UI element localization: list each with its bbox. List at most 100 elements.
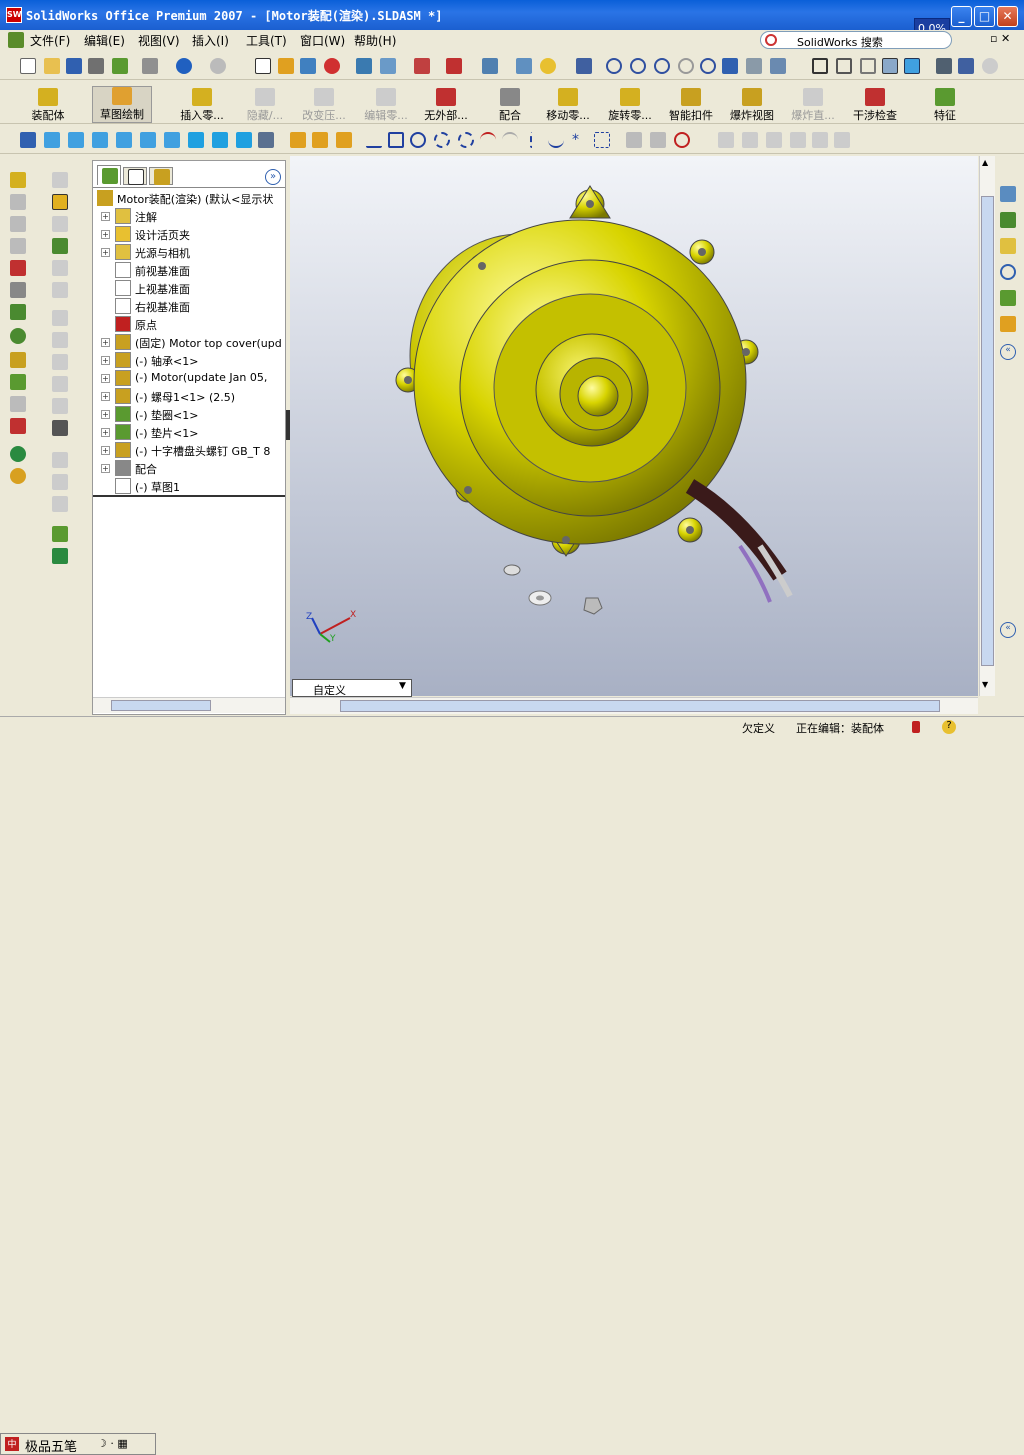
graphics-viewport[interactable]: X Z Y xyxy=(290,156,978,696)
repair-sketch-icon[interactable] xyxy=(718,132,734,148)
tree-item[interactable]: + 设计活页夹 xyxy=(93,225,285,243)
select-icon[interactable] xyxy=(255,58,271,74)
centerline-icon[interactable] xyxy=(530,132,546,148)
interference-check-button[interactable]: 干涉检查 xyxy=(848,88,902,123)
menu-window[interactable]: 窗口(W) xyxy=(300,32,345,49)
view-bottom-icon[interactable] xyxy=(164,132,180,148)
select-filter-icon[interactable] xyxy=(300,58,316,74)
tree-hscrollbar[interactable] xyxy=(93,697,285,713)
maximize-button[interactable]: □ xyxy=(974,6,995,27)
mirror-feature-icon[interactable] xyxy=(52,496,68,512)
copy-entities-icon[interactable] xyxy=(834,132,850,148)
collapse-pane-icon[interactable]: « xyxy=(1000,344,1016,360)
view-top-icon[interactable] xyxy=(140,132,156,148)
3d-sketch-icon[interactable] xyxy=(312,132,328,148)
standard-views-icon[interactable] xyxy=(770,58,786,74)
expand-panel-button[interactable]: » xyxy=(265,169,281,185)
circle-icon[interactable] xyxy=(410,132,426,148)
copy-with-mates-icon[interactable] xyxy=(10,238,26,254)
move-component-button[interactable]: 移动零... xyxy=(540,88,596,123)
appearances-icon[interactable] xyxy=(1000,316,1016,332)
explode-icon[interactable] xyxy=(10,374,26,390)
view-palette-icon[interactable] xyxy=(1000,290,1016,306)
construction-geometry-icon[interactable] xyxy=(594,132,610,148)
view-iso-icon[interactable] xyxy=(188,132,204,148)
help-icon[interactable] xyxy=(540,58,556,74)
mate-button[interactable]: 配合 xyxy=(492,88,528,123)
expand-toggle-icon[interactable]: + xyxy=(101,248,110,257)
zoom-in-icon[interactable] xyxy=(654,58,670,74)
view-front-icon[interactable] xyxy=(44,132,60,148)
expand-toggle-icon[interactable]: + xyxy=(101,410,110,419)
expand-pane-icon[interactable]: « xyxy=(1000,622,1016,638)
undo-icon[interactable] xyxy=(176,58,192,74)
view-back-icon[interactable] xyxy=(68,132,84,148)
ime-options-icon[interactable]: ☽ · ▦ xyxy=(97,1437,128,1450)
circular-pattern-icon[interactable] xyxy=(52,474,68,490)
paperclip-icon[interactable] xyxy=(10,282,26,298)
tree-item[interactable]: + 光源与相机 xyxy=(93,243,285,261)
features-tab-button[interactable]: 特征 xyxy=(930,88,960,123)
tab-property-manager[interactable] xyxy=(123,167,147,185)
menu-file[interactable]: 文件(F) xyxy=(30,32,70,49)
save-icon[interactable] xyxy=(66,58,82,74)
sweep-icon[interactable] xyxy=(52,238,68,254)
splitter-handle[interactable] xyxy=(286,410,290,440)
expand-toggle-icon[interactable]: + xyxy=(101,446,110,455)
hide-show-button[interactable]: 隐藏/... xyxy=(238,88,292,123)
sketch-tab-button[interactable]: 草图绘制 xyxy=(92,86,152,123)
shell-icon[interactable] xyxy=(52,376,68,392)
previous-view-icon[interactable] xyxy=(746,58,762,74)
viewport-vscrollbar[interactable]: ▲ ▼ xyxy=(979,156,995,696)
fillet-feature-icon[interactable] xyxy=(52,332,68,348)
display-icon[interactable] xyxy=(380,58,396,74)
file-explorer-icon[interactable] xyxy=(1000,238,1016,254)
tree-item[interactable]: 前视基准面 xyxy=(93,261,285,279)
tab-feature-manager[interactable] xyxy=(97,165,121,185)
tree-item[interactable]: + (-) 垫片<1> xyxy=(93,423,285,441)
realview-icon[interactable] xyxy=(982,58,998,74)
rectangle-icon[interactable] xyxy=(388,132,404,148)
loft-icon[interactable] xyxy=(52,260,68,276)
extend-icon[interactable] xyxy=(790,132,806,148)
wireframe-icon[interactable] xyxy=(812,58,828,74)
edit-component-button[interactable]: 编辑零... xyxy=(358,88,414,123)
expand-toggle-icon[interactable]: + xyxy=(101,392,110,401)
offset-icon[interactable] xyxy=(742,132,758,148)
arc-icon[interactable] xyxy=(434,132,450,148)
fillet-icon[interactable] xyxy=(502,132,518,148)
no-external-refs-button[interactable]: 无外部... xyxy=(418,88,474,123)
zoom-selection-icon[interactable] xyxy=(678,58,694,74)
box-icon[interactable] xyxy=(52,194,68,210)
part-color-icon[interactable] xyxy=(446,58,462,74)
tree-item[interactable]: (-) 草图1 xyxy=(93,477,285,495)
reference-point-icon[interactable] xyxy=(52,526,68,542)
menu-help[interactable]: 帮助(H) xyxy=(354,32,396,49)
curve-icon[interactable] xyxy=(52,548,68,564)
view-right-icon[interactable] xyxy=(116,132,132,148)
sketch-tool-icon[interactable] xyxy=(290,132,306,148)
add-relation-icon[interactable] xyxy=(650,132,666,148)
smart-fastener-icon[interactable] xyxy=(10,352,26,368)
expand-toggle-icon[interactable]: + xyxy=(101,338,110,347)
solidworks-logo-icon[interactable]: SW xyxy=(6,7,22,23)
gear-icon[interactable] xyxy=(10,468,26,484)
scroll-down-icon[interactable]: ▼ xyxy=(982,680,988,689)
expand-toggle-icon[interactable]: + xyxy=(101,230,110,239)
explode-line-icon[interactable] xyxy=(10,396,26,412)
design-library-icon[interactable] xyxy=(1000,212,1016,228)
shaded-icon[interactable] xyxy=(904,58,920,74)
expand-toggle-icon[interactable]: + xyxy=(101,464,110,473)
shaded-edges-icon[interactable] xyxy=(882,58,898,74)
view-left-icon[interactable] xyxy=(92,132,108,148)
assembly-tab-button[interactable]: 装配体 xyxy=(22,88,74,123)
shadows-icon[interactable] xyxy=(936,58,952,74)
change-suppression-button[interactable]: 改变压... xyxy=(296,88,352,123)
sketch-icon[interactable] xyxy=(278,58,294,74)
new-part-icon[interactable] xyxy=(10,194,26,210)
redo-icon[interactable] xyxy=(210,58,226,74)
interference-icon[interactable] xyxy=(10,418,26,434)
tree-item[interactable]: + (-) Motor(update Jan 05, xyxy=(93,369,285,387)
move-icon[interactable] xyxy=(10,304,26,320)
expand-toggle-icon[interactable]: + xyxy=(101,428,110,437)
